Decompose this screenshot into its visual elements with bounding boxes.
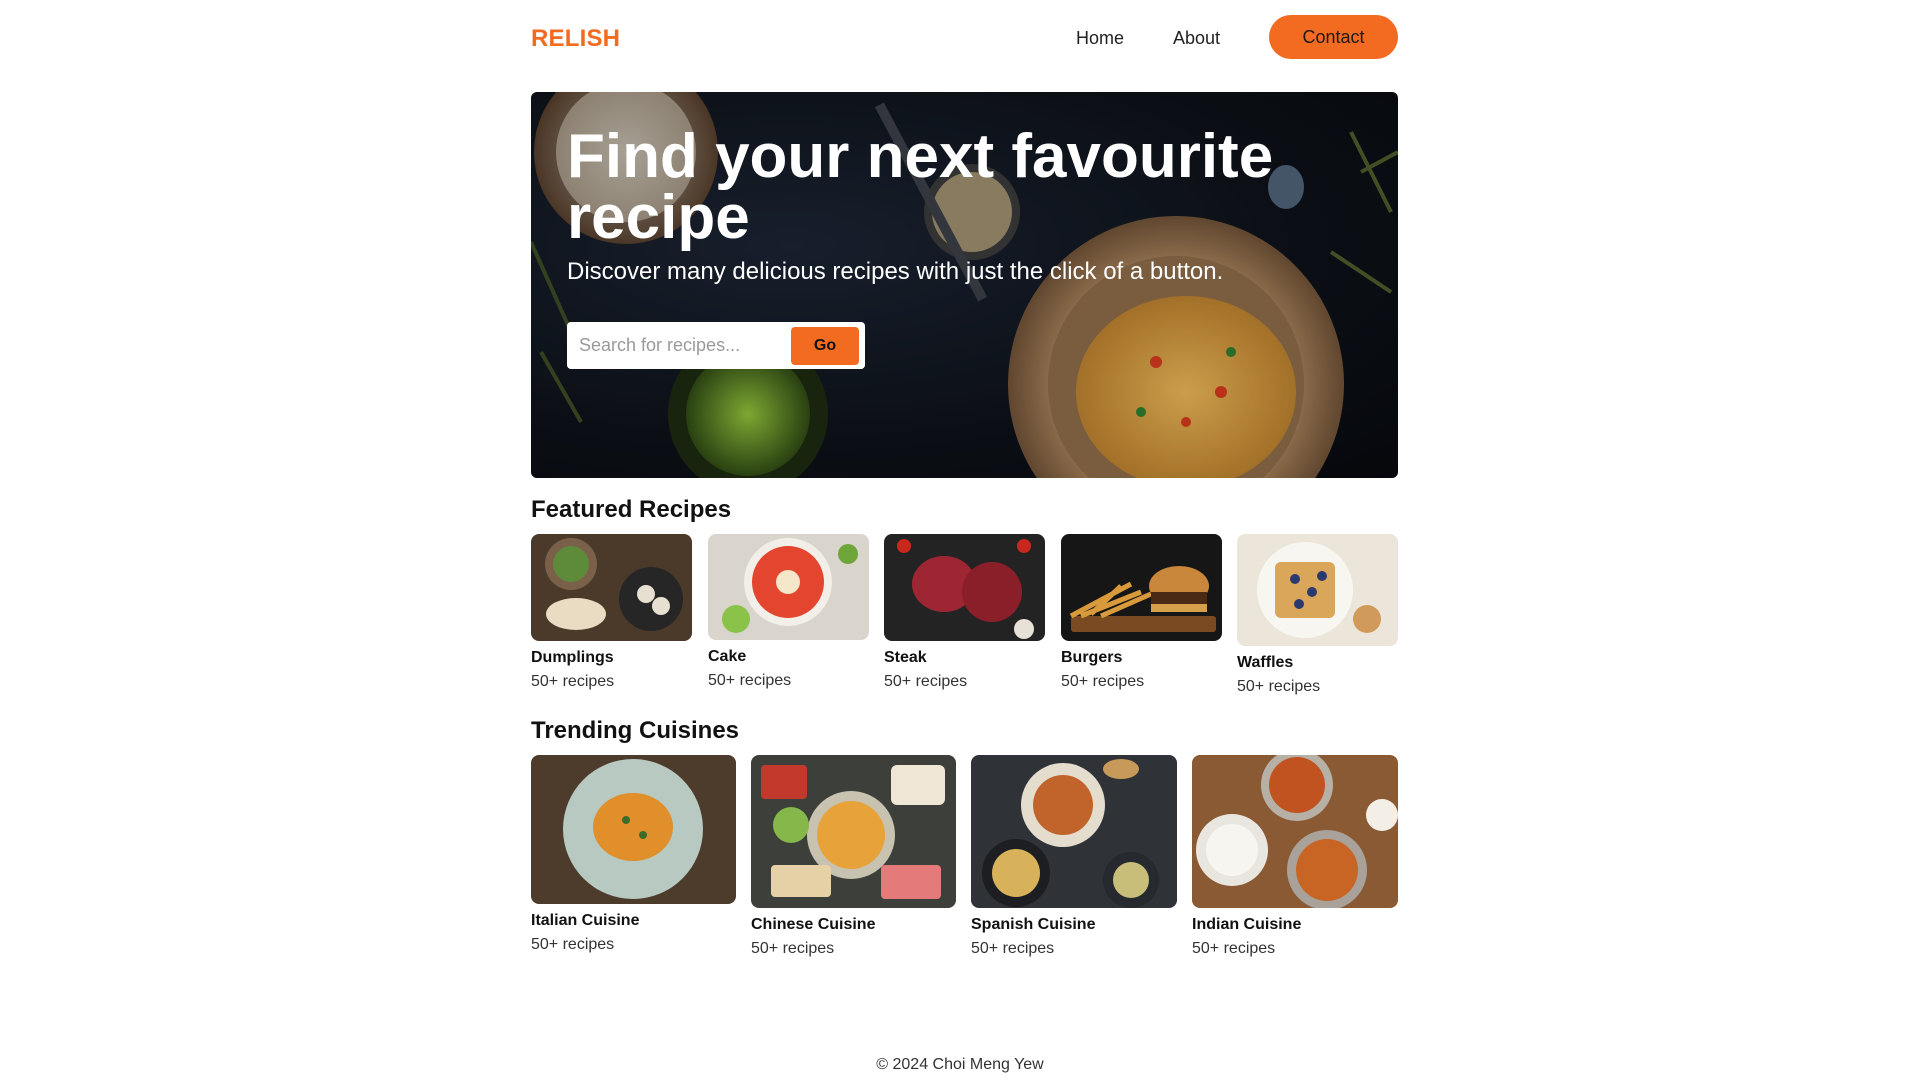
- card-title: Chinese Cuisine: [751, 916, 876, 933]
- indian-photo: [1192, 755, 1398, 908]
- nav-about-link[interactable]: About: [1173, 28, 1220, 49]
- site-logo[interactable]: RELISH: [531, 25, 620, 53]
- card-recipe-count: 50+ recipes: [531, 936, 615, 953]
- recipe-card-steak[interactable]: Steak 50+ recipes: [884, 534, 1045, 691]
- card-recipe-count: 50+ recipes: [531, 673, 615, 690]
- dumplings-photo: [531, 534, 692, 641]
- spanish-photo: [971, 755, 1177, 908]
- card-title: Burgers: [1061, 649, 1123, 666]
- header: RELISH Home About Contact: [531, 15, 1398, 61]
- card-title: Spanish Cuisine: [971, 916, 1096, 933]
- search-go-button[interactable]: Go: [791, 327, 859, 365]
- waffles-photo: [1237, 534, 1398, 646]
- search-input[interactable]: [567, 322, 787, 369]
- card-recipe-count: 50+ recipes: [708, 672, 792, 689]
- card-title: Italian Cuisine: [531, 912, 640, 929]
- italian-photo: [531, 755, 736, 904]
- chinese-photo: [751, 755, 956, 908]
- cuisine-card-spanish[interactable]: Spanish Cuisine 50+ recipes: [971, 755, 1177, 958]
- cuisine-card-indian[interactable]: Indian Cuisine 50+ recipes: [1192, 755, 1398, 958]
- card-recipe-count: 50+ recipes: [1192, 940, 1276, 957]
- card-recipe-count: 50+ recipes: [884, 673, 968, 690]
- card-title: Steak: [884, 649, 927, 666]
- cake-photo: [708, 534, 869, 640]
- card-recipe-count: 50+ recipes: [1237, 678, 1321, 695]
- recipe-card-burgers[interactable]: Burgers 50+ recipes: [1061, 534, 1222, 691]
- footer-copyright: © 2024 Choi Meng Yew: [876, 1056, 1044, 1073]
- card-title: Indian Cuisine: [1192, 916, 1302, 933]
- card-title: Dumplings: [531, 649, 614, 666]
- recipe-card-waffles[interactable]: Waffles 50+ recipes: [1237, 534, 1398, 696]
- card-recipe-count: 50+ recipes: [751, 940, 835, 957]
- contact-button[interactable]: Contact: [1269, 15, 1398, 59]
- card-recipe-count: 50+ recipes: [1061, 673, 1145, 690]
- hero-banner: Find your next favourite recipe Discover…: [531, 92, 1398, 478]
- nav-home-link[interactable]: Home: [1076, 28, 1124, 49]
- recipe-card-dumplings[interactable]: Dumplings 50+ recipes: [531, 534, 692, 691]
- card-title: Waffles: [1237, 654, 1294, 671]
- card-recipe-count: 50+ recipes: [971, 940, 1055, 957]
- recipe-card-cake[interactable]: Cake 50+ recipes: [708, 534, 869, 690]
- card-title: Cake: [708, 648, 747, 665]
- cuisine-card-chinese[interactable]: Chinese Cuisine 50+ recipes: [751, 755, 956, 958]
- search-bar: Go: [567, 322, 865, 369]
- trending-cuisines-heading: Trending Cuisines: [531, 717, 740, 744]
- burgers-photo: [1061, 534, 1222, 641]
- steak-photo: [884, 534, 1045, 641]
- hero-subtitle: Discover many delicious recipes with jus…: [567, 258, 1224, 285]
- hero-title: Find your next favourite recipe: [567, 122, 1274, 252]
- cuisine-card-italian[interactable]: Italian Cuisine 50+ recipes: [531, 755, 736, 954]
- featured-recipes-heading: Featured Recipes: [531, 496, 732, 523]
